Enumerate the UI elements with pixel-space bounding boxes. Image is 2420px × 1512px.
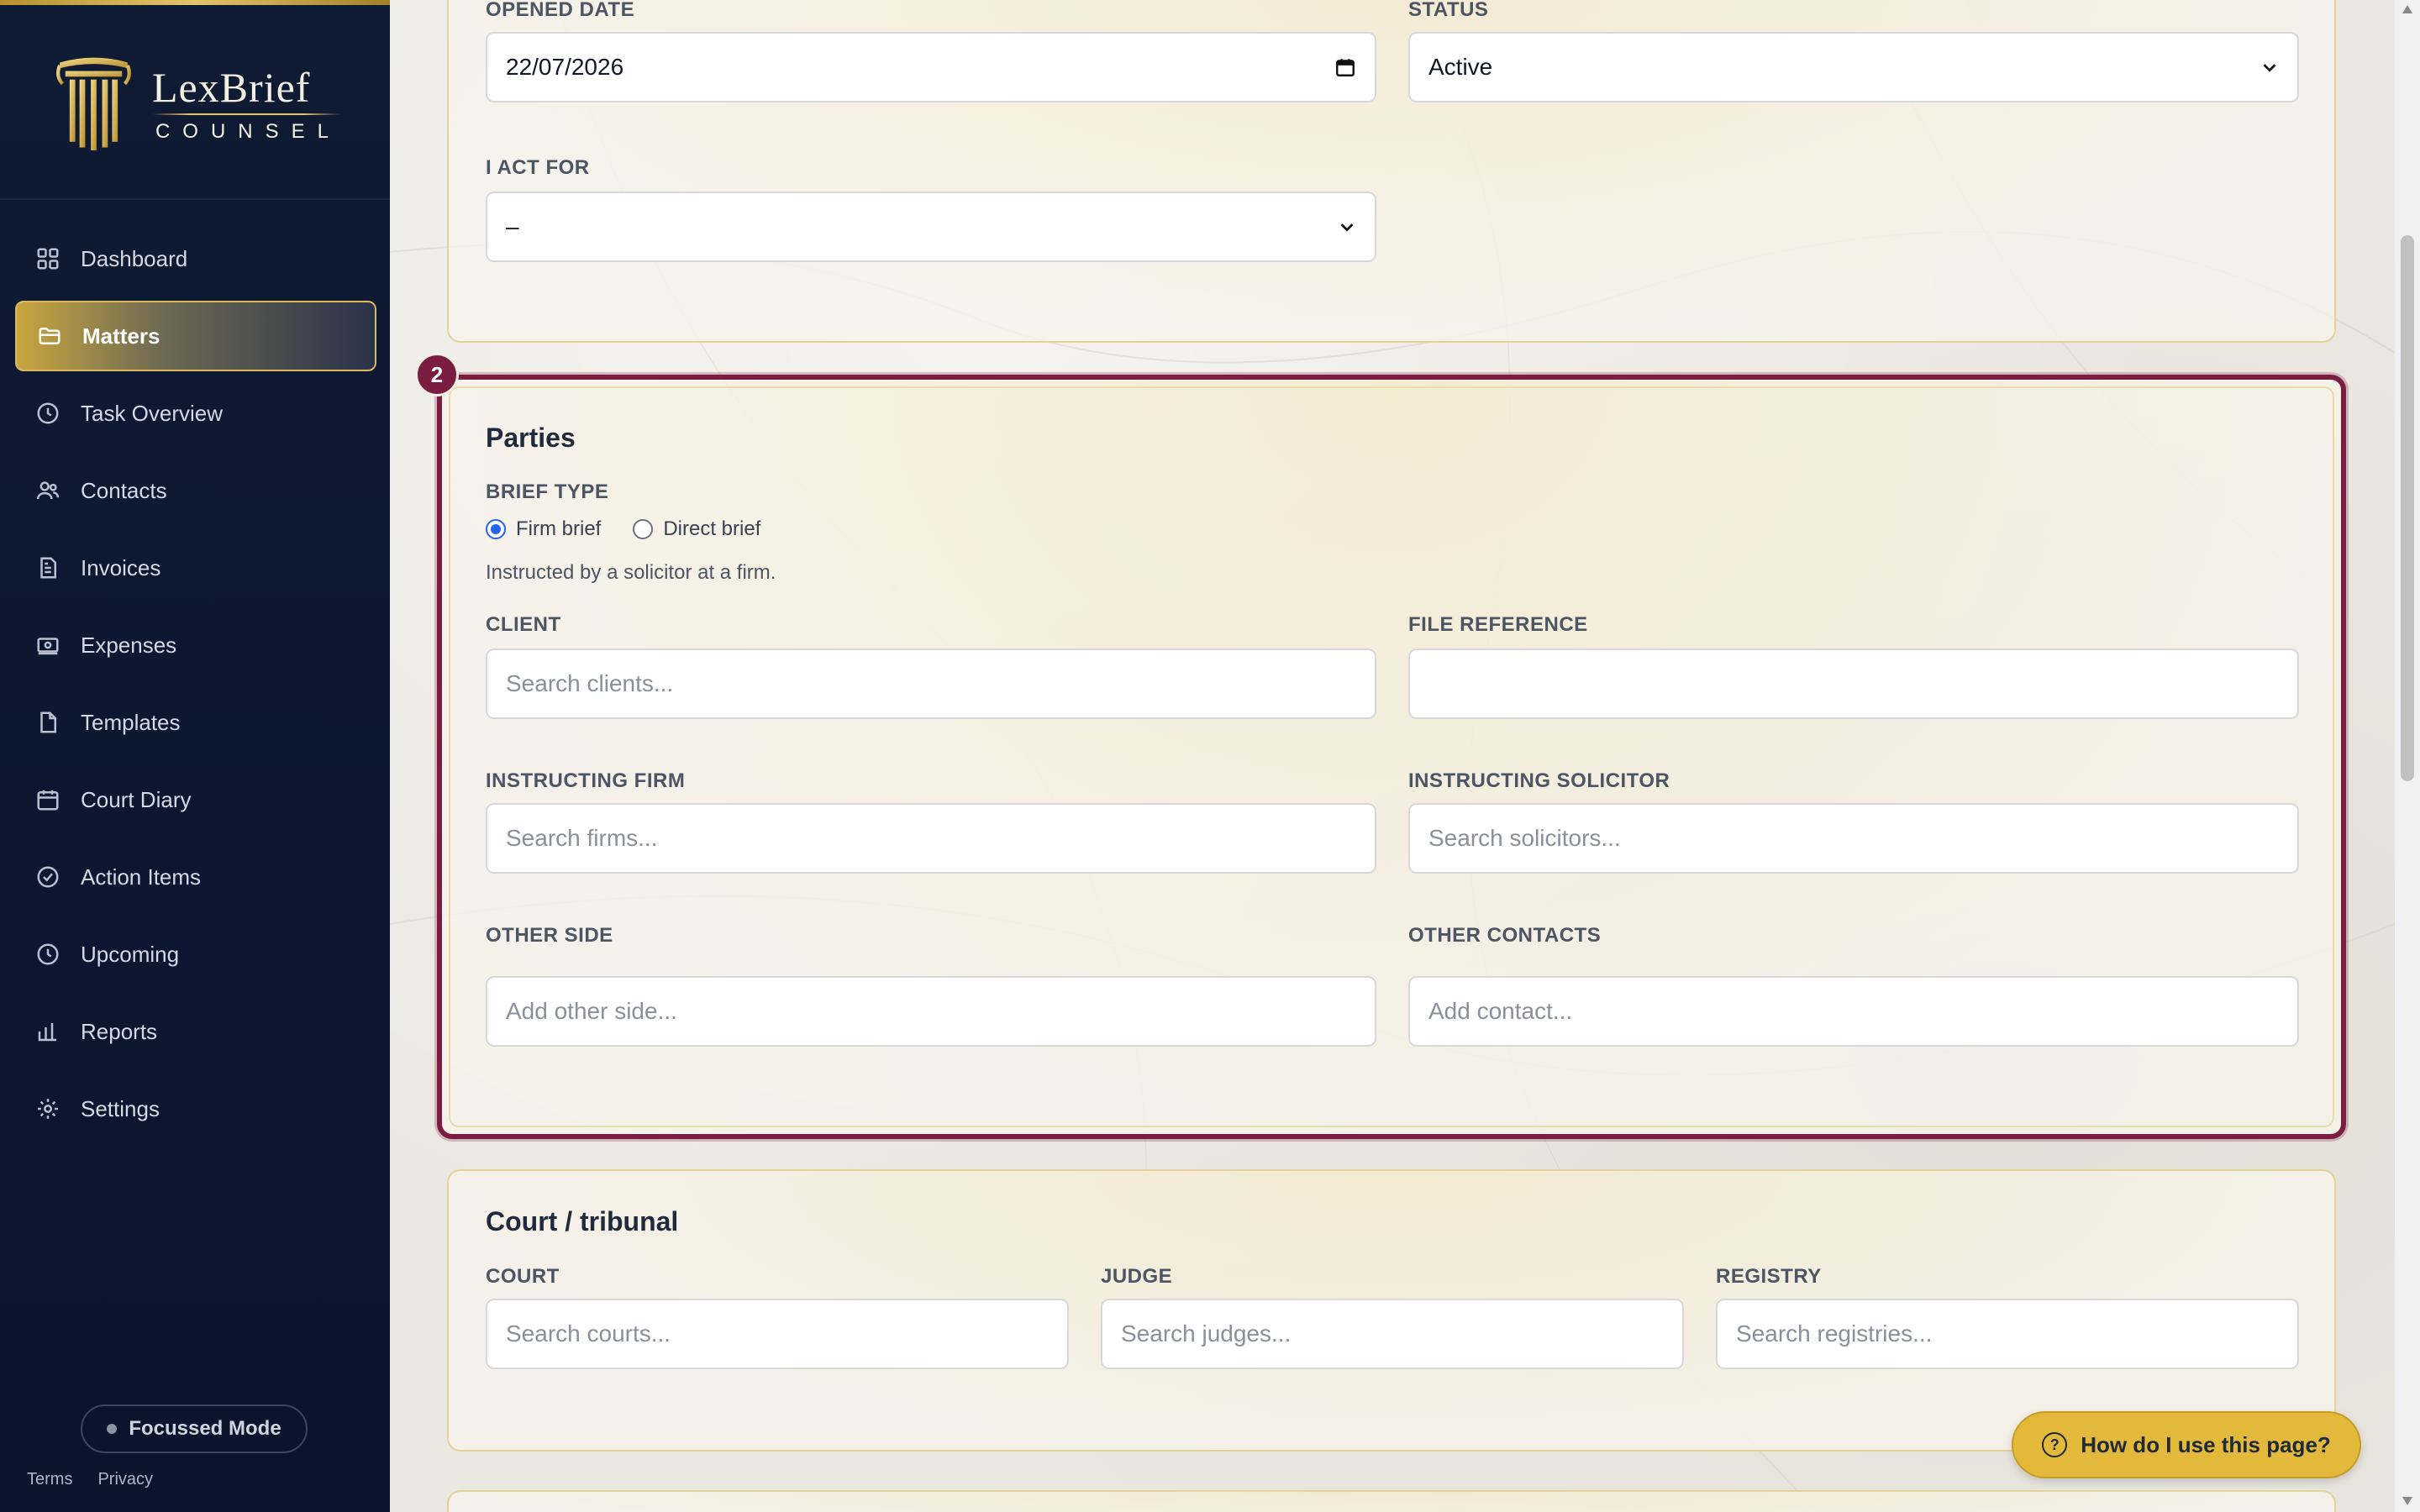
legal-links: Terms Privacy [27,1470,153,1489]
act-for-value: – [506,213,519,239]
file-reference-input[interactable] [1408,648,2299,719]
logo-name: LexBrief [151,64,311,111]
court-title: Court / tribunal [486,1206,679,1236]
sidebar: LexBrief COUNSEL Dashboard Matters Task … [0,0,390,1512]
other-contacts-input[interactable]: Add contact... [1408,976,2299,1047]
instructing-firm-label: INSTRUCTING FIRM [486,769,686,792]
sidebar-item-label: Upcoming [81,941,180,967]
client-label: CLIENT [486,613,561,636]
sidebar-item-label: Action Items [81,864,202,890]
sidebar-item-label: Settings [81,1095,160,1121]
file-icon [35,710,60,735]
users-icon [35,478,60,503]
sidebar-item-label: Matters [82,323,160,349]
chevron-down-icon [2263,64,2276,72]
sidebar-item-upcoming[interactable]: Upcoming [15,919,376,990]
sidebar-item-label: Templates [81,709,181,735]
sidebar-item-label: Court Diary [81,786,192,812]
other-side-label: OTHER SIDE [486,924,613,947]
sidebar-item-action-items[interactable]: Action Items [15,842,376,912]
instructing-solicitor-input[interactable]: Search solicitors... [1408,803,2299,874]
sidebar-item-settings[interactable]: Settings [15,1074,376,1144]
status-dot [107,1424,118,1434]
status-label: STATUS [1408,0,1489,21]
next-section-card [447,1490,2336,1512]
calendar-icon [35,787,60,812]
main-content: OPENED DATE 22/07/2026 STATUS Active I A… [390,0,2395,1512]
court-label: COURT [486,1265,560,1288]
check-circle-icon [35,864,60,890]
question-icon: ? [2042,1432,2068,1457]
step-badge: 2 [415,353,459,396]
opened-date-label: OPENED DATE [486,0,635,21]
direct-brief-radio[interactable] [633,519,654,539]
opened-date-input[interactable]: 22/07/2026 [486,32,1376,102]
folder-icon [37,323,62,349]
sidebar-item-court-diary[interactable]: Court Diary [15,764,376,835]
status-value: Active [1428,54,1493,80]
sidebar-item-label: Invoices [81,554,161,580]
direct-brief-label[interactable]: Direct brief [663,517,760,541]
scroll-thumb[interactable] [2401,235,2414,781]
sidebar-item-label: Dashboard [81,245,188,271]
sidebar-item-reports[interactable]: Reports [15,996,376,1067]
scroll-down-arrow-icon[interactable] [2402,1497,2412,1505]
firm-brief-label[interactable]: Firm brief [516,517,601,541]
sidebar-item-dashboard[interactable]: Dashboard [15,223,376,294]
registry-search-input[interactable]: Search registries... [1716,1299,2299,1369]
sidebar-item-label: Reports [81,1018,158,1044]
sidebar-item-label: Contacts [81,477,167,503]
instructing-solicitor-label: INSTRUCTING SOLICITOR [1408,769,1670,792]
parties-title: Parties [486,423,576,453]
clock-icon [35,942,60,967]
sidebar-divider [0,198,390,200]
gear-icon [35,1096,60,1121]
clock-icon [35,401,60,426]
act-for-label: I ACT FOR [486,156,590,179]
logo-subtitle: COUNSEL [151,113,342,144]
scrollbar[interactable] [2395,0,2420,1512]
chevron-down-icon [1340,223,1354,232]
sidebar-item-invoices[interactable]: Invoices [15,533,376,603]
sidebar-item-task-overview[interactable]: Task Overview [15,378,376,449]
brief-type-radio-group: Firm brief Direct brief [486,517,792,541]
logo[interactable]: LexBrief COUNSEL [55,42,342,168]
invoice-icon [35,555,60,580]
sidebar-item-expenses[interactable]: Expenses [15,610,376,680]
brief-type-helper: Instructed by a solicitor at a firm. [486,561,776,584]
focus-mode-button[interactable]: Focussed Mode [81,1404,308,1453]
opened-date-value: 22/07/2026 [506,54,624,80]
act-for-select[interactable]: – [486,192,1376,262]
terms-link[interactable]: Terms [27,1470,72,1489]
calendar-icon [1336,59,1355,76]
sidebar-item-label: Task Overview [81,400,224,426]
pillar-logo-icon [56,57,131,150]
judge-search-input[interactable]: Search judges... [1101,1299,1684,1369]
help-button-label: How do I use this page? [2081,1431,2331,1457]
client-search-input[interactable]: Search clients... [486,648,1376,719]
money-icon [35,633,60,658]
privacy-link[interactable]: Privacy [97,1470,153,1489]
sidebar-nav: Dashboard Matters Task Overview Contacts… [15,223,376,1151]
other-side-input[interactable]: Add other side... [486,976,1376,1047]
scroll-up-arrow-icon[interactable] [2402,5,2412,13]
registry-label: REGISTRY [1716,1265,1822,1288]
file-reference-label: FILE REFERENCE [1408,613,1588,636]
instructing-firm-input[interactable]: Search firms... [486,803,1376,874]
court-search-input[interactable]: Search courts... [486,1299,1069,1369]
other-contacts-label: OTHER CONTACTS [1408,924,1602,947]
sidebar-item-matters[interactable]: Matters [15,301,376,371]
grid-icon [35,246,60,271]
help-button[interactable]: ? How do I use this page? [2012,1411,2361,1478]
judge-label: JUDGE [1101,1265,1173,1288]
bar-chart-icon [35,1019,60,1044]
status-select[interactable]: Active [1408,32,2299,102]
firm-brief-radio[interactable] [486,519,506,539]
sidebar-item-contacts[interactable]: Contacts [15,455,376,526]
brief-type-label: BRIEF TYPE [486,480,609,503]
sidebar-item-templates[interactable]: Templates [15,687,376,758]
sidebar-item-label: Expenses [81,632,177,658]
focus-mode-label: Focussed Mode [129,1417,281,1440]
